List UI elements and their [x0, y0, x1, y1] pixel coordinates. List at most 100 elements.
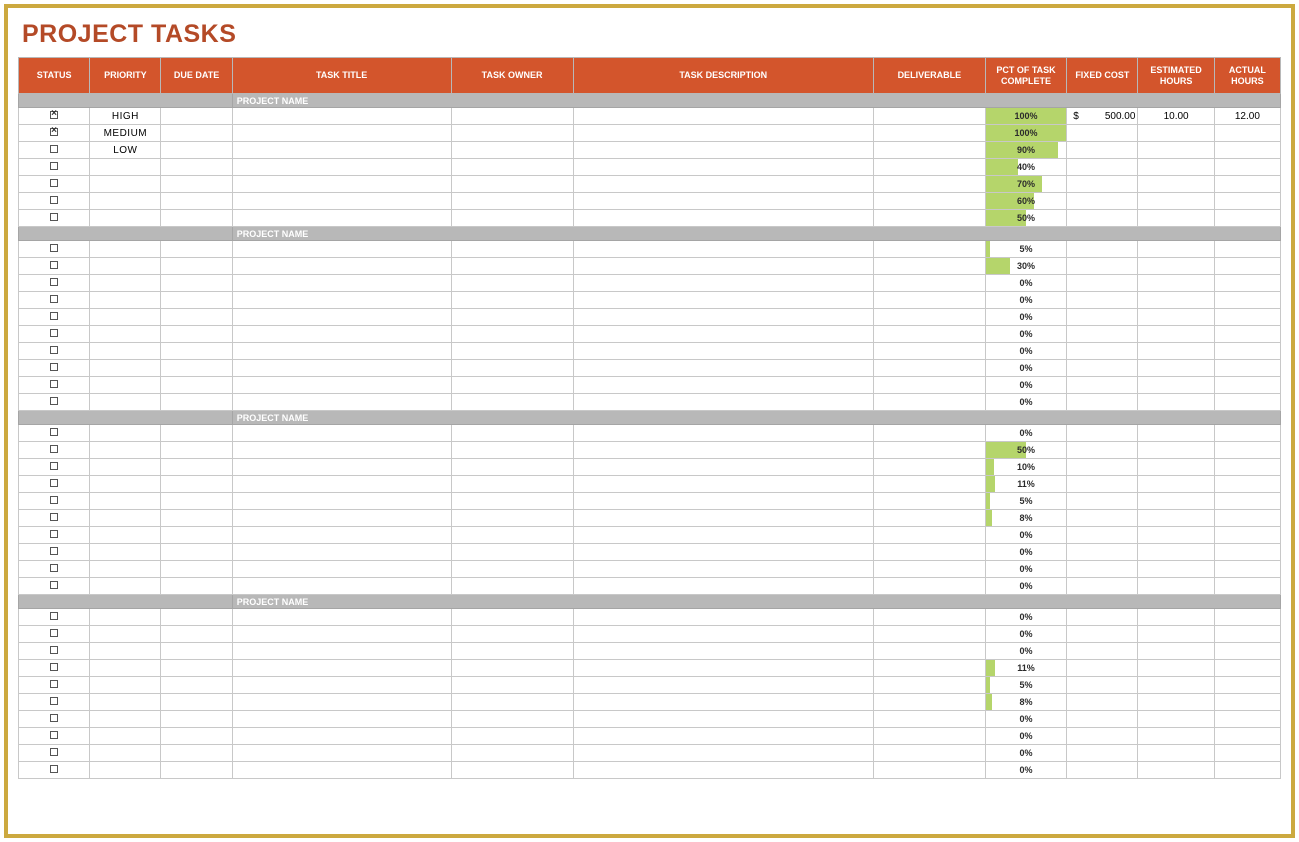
status-cell[interactable] — [19, 377, 90, 394]
pct-complete-cell[interactable]: 0% — [985, 544, 1066, 561]
fixed-cost-cell[interactable] — [1067, 142, 1138, 159]
due-date-cell[interactable] — [161, 241, 232, 258]
task-owner-cell[interactable] — [451, 493, 573, 510]
status-checkbox-icon[interactable] — [50, 162, 58, 170]
task-desc-cell[interactable] — [573, 459, 873, 476]
fixed-cost-cell[interactable] — [1067, 377, 1138, 394]
task-title-cell[interactable] — [232, 476, 451, 493]
priority-cell[interactable] — [90, 609, 161, 626]
pct-complete-cell[interactable]: 50% — [985, 442, 1066, 459]
due-date-cell[interactable] — [161, 309, 232, 326]
task-desc-cell[interactable] — [573, 258, 873, 275]
due-date-cell[interactable] — [161, 142, 232, 159]
priority-cell[interactable] — [90, 643, 161, 660]
actual-hours-cell[interactable] — [1214, 626, 1280, 643]
task-owner-cell[interactable] — [451, 343, 573, 360]
due-date-cell[interactable] — [161, 176, 232, 193]
deliverable-cell[interactable] — [873, 159, 985, 176]
due-date-cell[interactable] — [161, 258, 232, 275]
status-cell[interactable] — [19, 241, 90, 258]
task-desc-cell[interactable] — [573, 527, 873, 544]
task-desc-cell[interactable] — [573, 425, 873, 442]
task-owner-cell[interactable] — [451, 643, 573, 660]
status-cell[interactable] — [19, 578, 90, 595]
actual-hours-cell[interactable] — [1214, 745, 1280, 762]
priority-cell[interactable] — [90, 677, 161, 694]
actual-hours-cell[interactable] — [1214, 210, 1280, 227]
estimated-hours-cell[interactable] — [1138, 258, 1214, 275]
due-date-cell[interactable] — [161, 694, 232, 711]
priority-cell[interactable] — [90, 527, 161, 544]
priority-cell[interactable] — [90, 694, 161, 711]
task-desc-cell[interactable] — [573, 728, 873, 745]
priority-cell[interactable] — [90, 394, 161, 411]
estimated-hours-cell[interactable] — [1138, 193, 1214, 210]
fixed-cost-cell[interactable] — [1067, 360, 1138, 377]
pct-complete-cell[interactable]: 0% — [985, 326, 1066, 343]
priority-cell[interactable] — [90, 626, 161, 643]
due-date-cell[interactable] — [161, 159, 232, 176]
actual-hours-cell[interactable] — [1214, 476, 1280, 493]
task-title-cell[interactable] — [232, 275, 451, 292]
task-desc-cell[interactable] — [573, 561, 873, 578]
task-owner-cell[interactable] — [451, 544, 573, 561]
status-cell[interactable] — [19, 275, 90, 292]
task-owner-cell[interactable] — [451, 159, 573, 176]
status-cell[interactable] — [19, 142, 90, 159]
actual-hours-cell[interactable] — [1214, 493, 1280, 510]
estimated-hours-cell[interactable] — [1138, 125, 1214, 142]
due-date-cell[interactable] — [161, 459, 232, 476]
task-title-cell[interactable] — [232, 544, 451, 561]
deliverable-cell[interactable] — [873, 176, 985, 193]
deliverable-cell[interactable] — [873, 459, 985, 476]
task-title-cell[interactable] — [232, 377, 451, 394]
pct-complete-cell[interactable]: 0% — [985, 275, 1066, 292]
task-title-cell[interactable] — [232, 626, 451, 643]
due-date-cell[interactable] — [161, 326, 232, 343]
due-date-cell[interactable] — [161, 561, 232, 578]
task-desc-cell[interactable] — [573, 694, 873, 711]
pct-complete-cell[interactable]: 8% — [985, 510, 1066, 527]
actual-hours-cell[interactable] — [1214, 360, 1280, 377]
task-owner-cell[interactable] — [451, 176, 573, 193]
status-cell[interactable] — [19, 493, 90, 510]
due-date-cell[interactable] — [161, 476, 232, 493]
estimated-hours-cell[interactable] — [1138, 425, 1214, 442]
task-owner-cell[interactable] — [451, 241, 573, 258]
task-desc-cell[interactable] — [573, 275, 873, 292]
status-checkbox-icon[interactable] — [50, 196, 58, 204]
task-title-cell[interactable] — [232, 258, 451, 275]
fixed-cost-cell[interactable] — [1067, 125, 1138, 142]
task-owner-cell[interactable] — [451, 626, 573, 643]
priority-cell[interactable] — [90, 275, 161, 292]
priority-cell[interactable] — [90, 762, 161, 779]
task-owner-cell[interactable] — [451, 442, 573, 459]
pct-complete-cell[interactable]: 0% — [985, 762, 1066, 779]
pct-complete-cell[interactable]: 0% — [985, 561, 1066, 578]
task-owner-cell[interactable] — [451, 309, 573, 326]
due-date-cell[interactable] — [161, 377, 232, 394]
status-checkbox-icon[interactable] — [50, 346, 58, 354]
status-checkbox-icon[interactable] — [50, 731, 58, 739]
pct-complete-cell[interactable]: 0% — [985, 394, 1066, 411]
fixed-cost-cell[interactable] — [1067, 626, 1138, 643]
due-date-cell[interactable] — [161, 626, 232, 643]
deliverable-cell[interactable] — [873, 142, 985, 159]
task-owner-cell[interactable] — [451, 394, 573, 411]
pct-complete-cell[interactable]: 0% — [985, 343, 1066, 360]
actual-hours-cell[interactable] — [1214, 660, 1280, 677]
task-desc-cell[interactable] — [573, 660, 873, 677]
priority-cell[interactable] — [90, 309, 161, 326]
estimated-hours-cell[interactable] — [1138, 159, 1214, 176]
task-title-cell[interactable] — [232, 561, 451, 578]
status-cell[interactable] — [19, 159, 90, 176]
estimated-hours-cell[interactable] — [1138, 493, 1214, 510]
task-desc-cell[interactable] — [573, 360, 873, 377]
actual-hours-cell[interactable] — [1214, 694, 1280, 711]
estimated-hours-cell[interactable] — [1138, 476, 1214, 493]
status-cell[interactable] — [19, 626, 90, 643]
task-owner-cell[interactable] — [451, 527, 573, 544]
deliverable-cell[interactable] — [873, 326, 985, 343]
estimated-hours-cell[interactable] — [1138, 377, 1214, 394]
priority-cell[interactable] — [90, 442, 161, 459]
